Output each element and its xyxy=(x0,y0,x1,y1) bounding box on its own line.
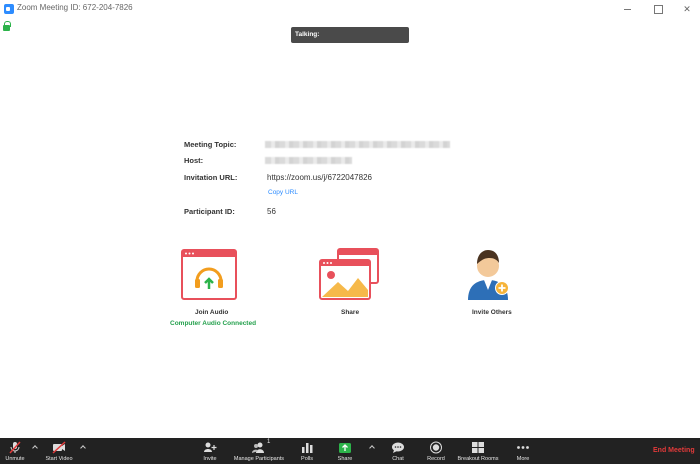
chat-button[interactable]: Chat xyxy=(390,438,406,464)
copy-url-link[interactable]: Copy URL xyxy=(268,189,298,196)
window-title: Zoom Meeting ID: 672-204-7826 xyxy=(17,3,133,12)
polls-label: Polls xyxy=(301,456,313,462)
share-label: Share xyxy=(337,456,353,462)
audio-options-caret[interactable] xyxy=(32,445,38,451)
record-label: Record xyxy=(427,456,445,462)
end-meeting-button[interactable]: End Meeting xyxy=(653,447,695,454)
unmute-label: Unmute xyxy=(5,456,25,462)
share-screen-button[interactable]: Share xyxy=(334,438,356,464)
lock-icon[interactable] xyxy=(3,21,11,31)
share-screen-tile[interactable] xyxy=(318,248,380,301)
start-video-button[interactable]: Start Video xyxy=(43,438,75,464)
join-audio-icon xyxy=(181,249,237,300)
maximize-button[interactable] xyxy=(650,2,664,16)
video-options-caret[interactable] xyxy=(80,445,86,451)
zoom-app-icon xyxy=(4,4,14,14)
host-value-redacted xyxy=(265,157,352,164)
microphone-muted-icon xyxy=(8,441,22,454)
participant-count-badge: 1 xyxy=(267,439,271,445)
breakout-grid-icon xyxy=(471,441,485,454)
invite-others-button[interactable] xyxy=(466,246,512,302)
invite-person-icon xyxy=(468,250,509,300)
bar-chart-icon xyxy=(300,441,314,454)
record-button[interactable]: Record xyxy=(425,438,447,464)
start-video-label: Start Video xyxy=(45,456,73,462)
manage-participants-button[interactable]: 1 Manage Participants xyxy=(229,438,289,464)
audio-status-text: Computer Audio Connected xyxy=(170,320,257,327)
meeting-topic-value-redacted xyxy=(265,141,450,148)
share-options-caret[interactable] xyxy=(369,445,375,451)
video-camera-off-icon xyxy=(52,441,66,454)
participants-icon: 1 xyxy=(252,439,270,454)
title-bar: Zoom Meeting ID: 672-204-7826 ✕ xyxy=(0,0,700,18)
invite-label: Invite xyxy=(203,456,217,462)
talking-indicator: Talking: xyxy=(291,27,409,43)
breakout-rooms-button[interactable]: Breakout Rooms xyxy=(455,438,501,464)
chat-bubble-icon xyxy=(391,441,405,454)
share-tile-label: Share xyxy=(341,309,360,316)
host-label: Host: xyxy=(184,156,204,165)
meeting-topic-label: Meeting Topic: xyxy=(184,140,237,149)
add-person-icon xyxy=(203,441,217,454)
join-audio-label: Join Audio xyxy=(195,309,229,316)
invitation-url-value: https://zoom.us/j/6722047826 xyxy=(267,173,372,182)
invite-others-label: Invite Others xyxy=(472,309,512,316)
invite-button[interactable]: Invite xyxy=(200,438,220,464)
polls-button[interactable]: Polls xyxy=(297,438,317,464)
unmute-button[interactable]: Unmute xyxy=(3,438,27,464)
close-button[interactable]: ✕ xyxy=(680,2,694,16)
participant-id-label: Participant ID: xyxy=(184,207,235,216)
chat-label: Chat xyxy=(392,456,404,462)
participant-id-value: 56 xyxy=(267,207,276,216)
manage-participants-label: Manage Participants xyxy=(233,456,285,462)
minimize-button[interactable] xyxy=(620,2,634,16)
more-label: More xyxy=(516,456,530,462)
share-screen-arrow-icon xyxy=(338,441,352,454)
share-screen-icon xyxy=(319,248,379,300)
breakout-rooms-label: Breakout Rooms xyxy=(457,456,499,462)
meeting-toolbar: Unmute Start Video Invite 1 Manage Parti… xyxy=(0,438,700,464)
record-icon xyxy=(429,441,443,454)
invitation-url-label: Invitation URL: xyxy=(184,173,238,182)
join-audio-button[interactable] xyxy=(181,249,237,301)
more-button[interactable]: More xyxy=(514,438,532,464)
more-dots-icon xyxy=(516,441,530,454)
